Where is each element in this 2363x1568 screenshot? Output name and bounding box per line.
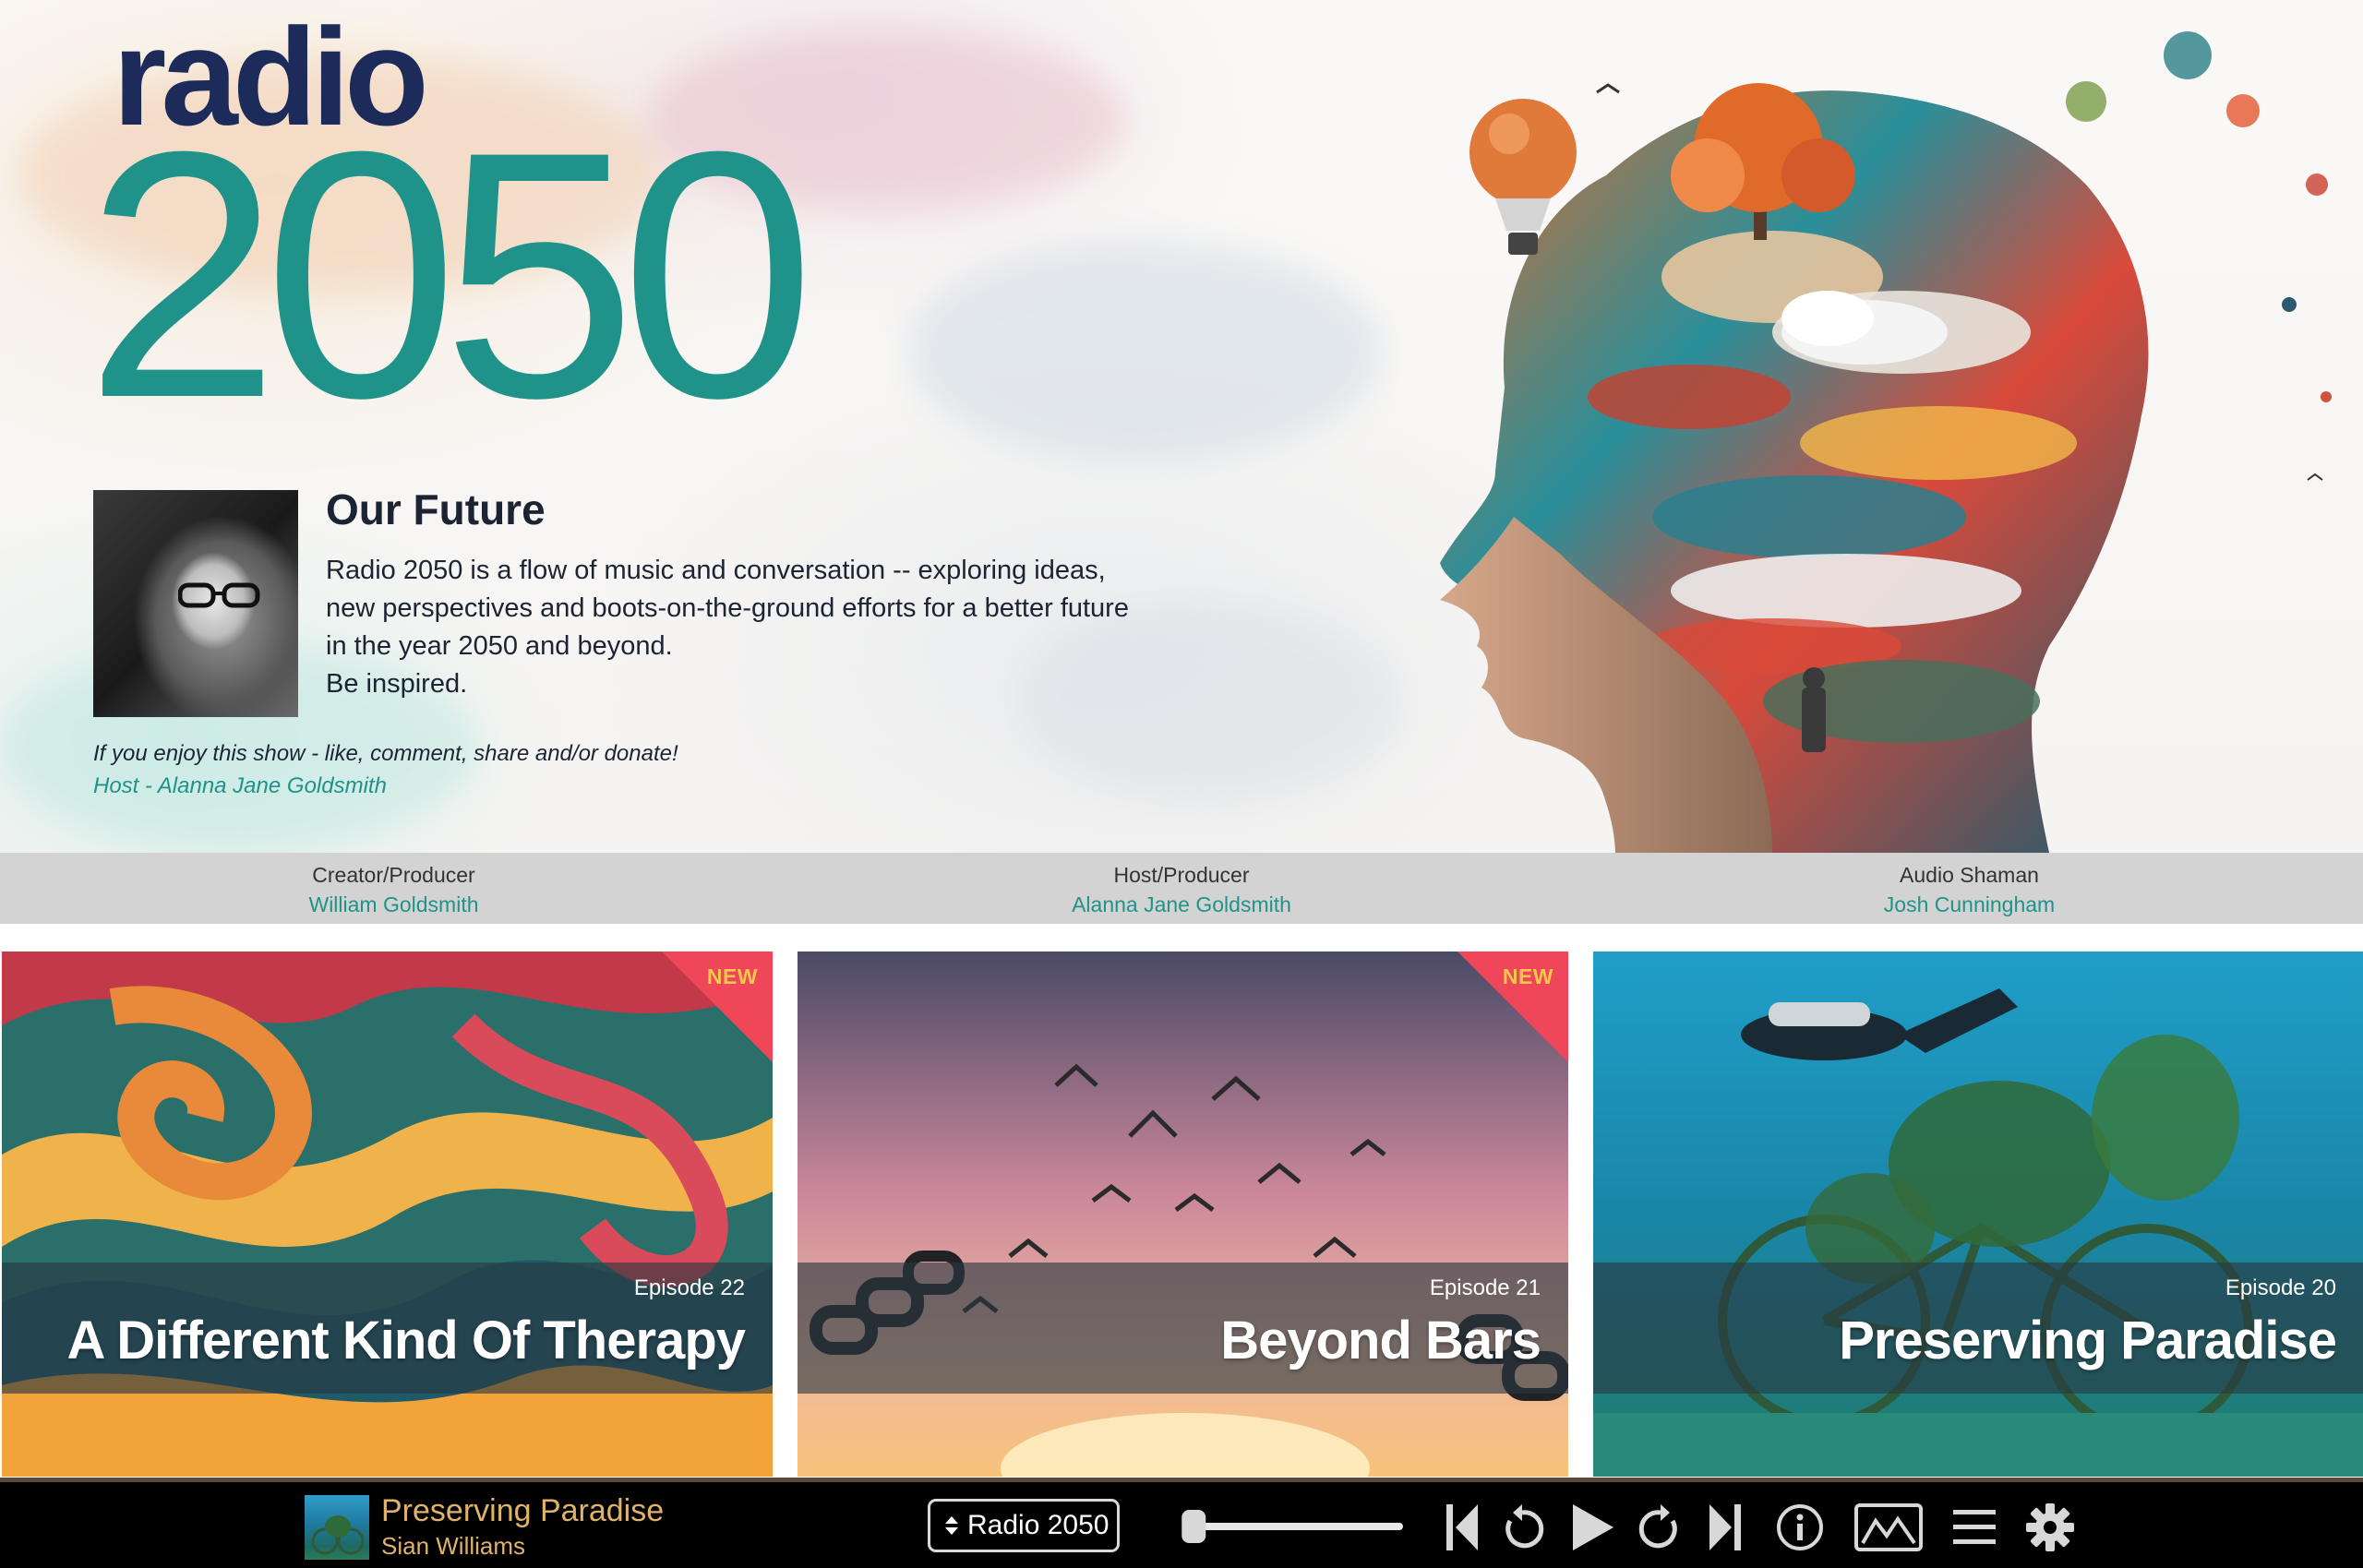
menu-icon[interactable] <box>1951 1501 1997 1554</box>
intro-line: in the year 2050 and beyond. <box>326 631 673 661</box>
station-select-button[interactable]: Radio 2050 <box>928 1499 1120 1552</box>
episode-card[interactable]: Episode 20 Preserving Paradise <box>1593 952 2363 1477</box>
intro-line: Be inspired. <box>326 669 468 699</box>
credit-name-link[interactable]: Alanna Jane Goldsmith <box>788 889 1576 920</box>
previous-icon[interactable] <box>1443 1501 1481 1554</box>
credit-role: Host/Producer <box>1113 863 1250 887</box>
updown-arrows-icon <box>945 1516 958 1535</box>
episode-number: Episode 22 <box>633 1275 745 1300</box>
episode-number: Episode 20 <box>2225 1275 2336 1300</box>
credit-name-link[interactable]: William Goldsmith <box>0 889 787 920</box>
intro-body: Radio 2050 is a flow of music and conver… <box>326 552 1175 703</box>
next-icon[interactable] <box>1706 1501 1745 1554</box>
episode-card[interactable]: NEW Episode 21 Beyond Bars <box>798 952 1568 1477</box>
episode-artwork <box>1593 952 2363 1477</box>
now-playing-artist: Sian Williams <box>381 1532 526 1560</box>
player-bar: Preserving Paradise Sian Williams Radio … <box>0 1478 2363 1568</box>
intro-title: Our Future <box>326 485 546 533</box>
forward-icon[interactable] <box>1637 1501 1684 1554</box>
artwork-icon[interactable] <box>1853 1501 1924 1554</box>
episode-grid: NEW Episode 22 A Different Kind Of Thera… <box>0 924 2363 1478</box>
intro-line: Radio 2050 is a flow of music and conver… <box>326 556 1106 585</box>
station-label: Radio 2050 <box>967 1510 1110 1540</box>
head-collage-artwork <box>1440 31 2332 853</box>
hero-banner: radio 2050 Our Future Radio 2050 is a fl… <box>0 0 2363 853</box>
credit-creator: Creator/Producer William Goldsmith <box>0 853 787 924</box>
glasses-graphic <box>178 582 260 608</box>
play-icon[interactable] <box>1567 1501 1617 1554</box>
info-icon[interactable] <box>1774 1501 1826 1554</box>
now-playing-thumbnail <box>311 1515 365 1555</box>
host-credit-link[interactable]: Host - Alanna Jane Goldsmith <box>93 773 387 799</box>
episode-title: Preserving Paradise <box>1839 1311 2337 1371</box>
episode-number: Episode 21 <box>1429 1275 1541 1300</box>
episode-card[interactable]: NEW Episode 22 A Different Kind Of Thera… <box>2 952 773 1477</box>
episode-artwork <box>2 952 773 1477</box>
cta-note: If you enjoy this show - like, comment, … <box>93 741 678 766</box>
rewind-icon[interactable] <box>1499 1501 1545 1554</box>
volume-handle <box>1182 1510 1206 1543</box>
credit-role: Creator/Producer <box>312 863 475 887</box>
credit-audio: Audio Shaman Josh Cunningham <box>1576 853 2363 924</box>
credits-bar: Creator/Producer William Goldsmith Host/… <box>0 853 2363 924</box>
intro-line: new perspectives and boots-on-the-ground… <box>326 593 1129 623</box>
background-swirl <box>905 240 1385 461</box>
credit-name-link[interactable]: Josh Cunningham <box>1576 889 2363 920</box>
episode-title: A Different Kind Of Therapy <box>66 1311 746 1371</box>
new-badge: NEW <box>706 964 758 988</box>
episode-title: Beyond Bars <box>1220 1311 1541 1371</box>
now-playing-title[interactable]: Preserving Paradise <box>381 1493 664 1529</box>
credit-role: Audio Shaman <box>1900 863 2039 887</box>
episode-artwork <box>798 952 1568 1477</box>
settings-icon[interactable] <box>2024 1501 2076 1554</box>
volume-slider[interactable] <box>1168 1508 1409 1545</box>
credit-host: Host/Producer Alanna Jane Goldsmith <box>788 853 1576 924</box>
logo-year: 2050 <box>85 78 815 471</box>
new-badge: NEW <box>1502 964 1553 988</box>
host-photo <box>93 490 298 717</box>
now-playing-artwork[interactable] <box>305 1495 369 1560</box>
